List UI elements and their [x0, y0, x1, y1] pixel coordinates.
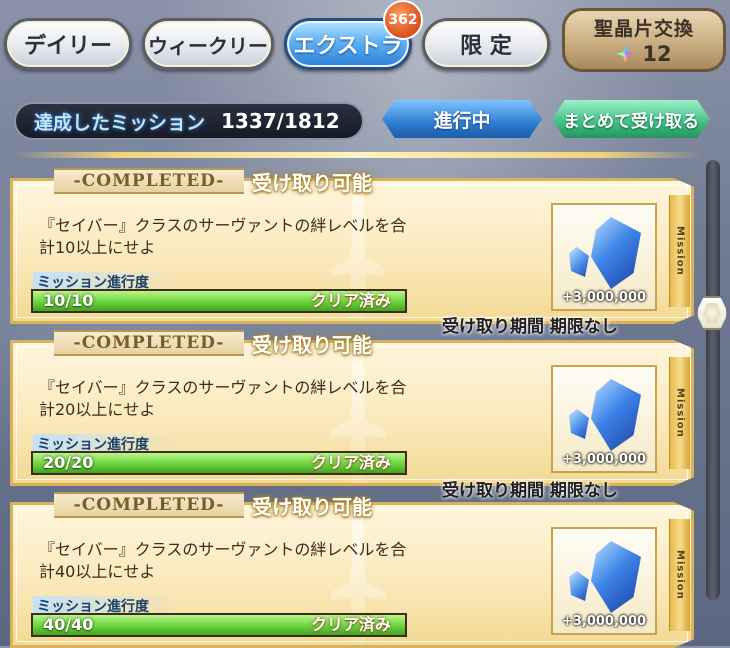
exchange-count: 12: [642, 42, 672, 66]
mission-description-line: 『セイバー』クラスのサーヴァントの絆レベルを合: [39, 378, 407, 397]
mission-description: 『セイバー』クラスのサーヴァントの絆レベルを合 計20以上にせよ: [39, 377, 519, 421]
progress-status: クリア済み: [310, 453, 391, 472]
mission-tag: Mission: [669, 357, 690, 469]
in-progress-filter-button[interactable]: 進行中: [382, 100, 542, 138]
claimable-label: 受け取り可能: [252, 333, 372, 357]
mission-description-line: 『セイバー』クラスのサーヴァントの絆レベルを合: [39, 540, 407, 559]
qp-crystal-icon: [569, 247, 589, 277]
claimable-label: 受け取り可能: [252, 495, 372, 519]
mission-description-line: 計10以上にせよ: [39, 238, 156, 257]
completed-banner: -COMPLETED-: [54, 168, 244, 194]
completed-banner: -COMPLETED-: [54, 330, 244, 356]
divider: [14, 152, 702, 158]
mission-tag: Mission: [669, 195, 690, 307]
claim-period-label: 受け取り期間 期限なし: [442, 317, 618, 337]
reward-box: +3,000,000: [551, 365, 657, 473]
tab-extra-badge: 362: [383, 0, 423, 40]
tab-limited[interactable]: 限 定: [422, 18, 550, 70]
mission-tag: Mission: [669, 519, 690, 631]
completed-missions-count: 1337/1812: [221, 109, 340, 133]
reward-box: +3,000,000: [551, 203, 657, 311]
progress-label: ミッション進行度: [33, 434, 179, 453]
reward-amount: +3,000,000: [561, 452, 647, 467]
reward-amount: +3,000,000: [561, 614, 647, 629]
mission-description-line: 『セイバー』クラスのサーヴァントの絆レベルを合: [39, 216, 407, 235]
reward-box: +3,000,000: [551, 527, 657, 635]
progress-label: ミッション進行度: [33, 596, 179, 615]
exchange-label: 聖晶片交換: [593, 18, 694, 40]
mission-status-pill: 達成したミッション 1337/1812: [14, 102, 364, 140]
progress-value: 20/20: [43, 453, 94, 472]
exchange-count-row: 12: [565, 42, 723, 66]
mission-description: 『セイバー』クラスのサーヴァントの絆レベルを合 計10以上にせよ: [39, 215, 519, 259]
progress-bar: 40/40 クリア済み: [31, 613, 407, 637]
tab-daily[interactable]: デイリー: [4, 18, 132, 70]
mission-description-line: 計40以上にせよ: [39, 562, 156, 581]
mission-card[interactable]: 『セイバー』クラスのサーヴァントの絆レベルを合 計20以上にせよ ミッション進行…: [10, 340, 694, 486]
completed-missions-label: 達成したミッション: [34, 111, 206, 134]
progress-bar: 10/10 クリア済み: [31, 289, 407, 313]
qp-crystal-icon: [591, 217, 641, 289]
progress-value: 10/10: [43, 291, 94, 310]
mission-tag-label: Mission: [674, 226, 686, 276]
qp-crystal-icon: [591, 379, 641, 451]
progress-status: クリア済み: [310, 615, 391, 634]
mission-description-line: 計20以上にせよ: [39, 400, 156, 419]
mission-tag-label: Mission: [674, 550, 686, 600]
qp-crystal-icon: [591, 541, 641, 613]
collect-all-button[interactable]: まとめて受け取る: [552, 100, 710, 138]
completed-banner: -COMPLETED-: [54, 492, 244, 518]
scrollbar-thumb-gem: [703, 303, 721, 323]
tab-weekly[interactable]: ウィークリー: [142, 18, 274, 70]
reward-amount: +3,000,000: [561, 290, 647, 305]
saint-quartz-fragment-icon: [616, 45, 635, 63]
mission-card[interactable]: 『セイバー』クラスのサーヴァントの絆レベルを合 計10以上にせよ ミッション進行…: [10, 178, 694, 324]
claimable-label: 受け取り可能: [252, 171, 372, 195]
scrollbar-track[interactable]: [706, 160, 720, 600]
qp-crystal-icon: [569, 409, 589, 439]
progress-status: クリア済み: [310, 291, 391, 310]
quartz-fragment-exchange-button[interactable]: 聖晶片交換 12: [562, 8, 726, 72]
progress-bar: 20/20 クリア済み: [31, 451, 407, 475]
mission-description: 『セイバー』クラスのサーヴァントの絆レベルを合 計40以上にせよ: [39, 539, 519, 583]
claim-period-label: 受け取り期間 期限なし: [442, 481, 618, 501]
mission-tag-label: Mission: [674, 388, 686, 438]
mission-card[interactable]: 『セイバー』クラスのサーヴァントの絆レベルを合 計40以上にせよ ミッション進行…: [10, 502, 694, 648]
qp-crystal-icon: [569, 571, 589, 601]
progress-value: 40/40: [43, 615, 94, 634]
progress-label: ミッション進行度: [33, 272, 179, 291]
